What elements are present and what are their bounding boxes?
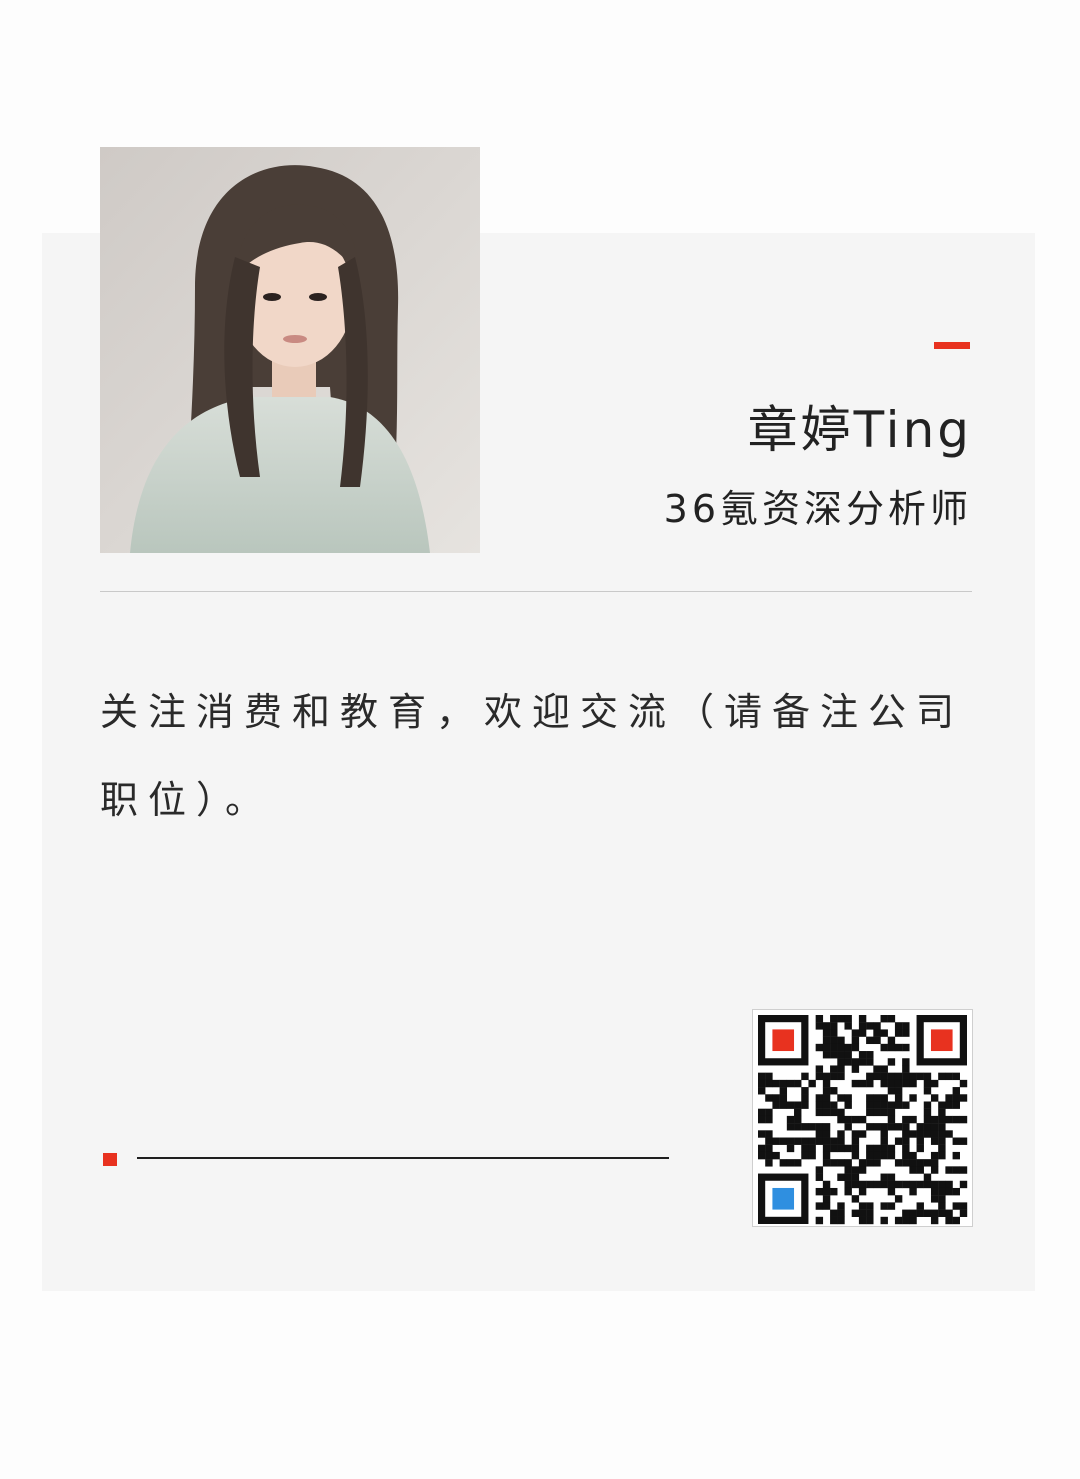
author-name: 章婷Ting: [747, 401, 972, 459]
author-title: 36氪资深分析师: [663, 487, 972, 531]
profile-photo: [100, 147, 480, 553]
section-divider: [100, 591, 972, 592]
qr-code-icon: [752, 1009, 973, 1227]
footer-line: [137, 1157, 669, 1159]
title-accent-bar: [934, 342, 970, 349]
footer-accent-square: [103, 1153, 117, 1166]
author-bio: 关注消费和教育，欢迎交流（请备注公司职位）。: [100, 690, 965, 822]
